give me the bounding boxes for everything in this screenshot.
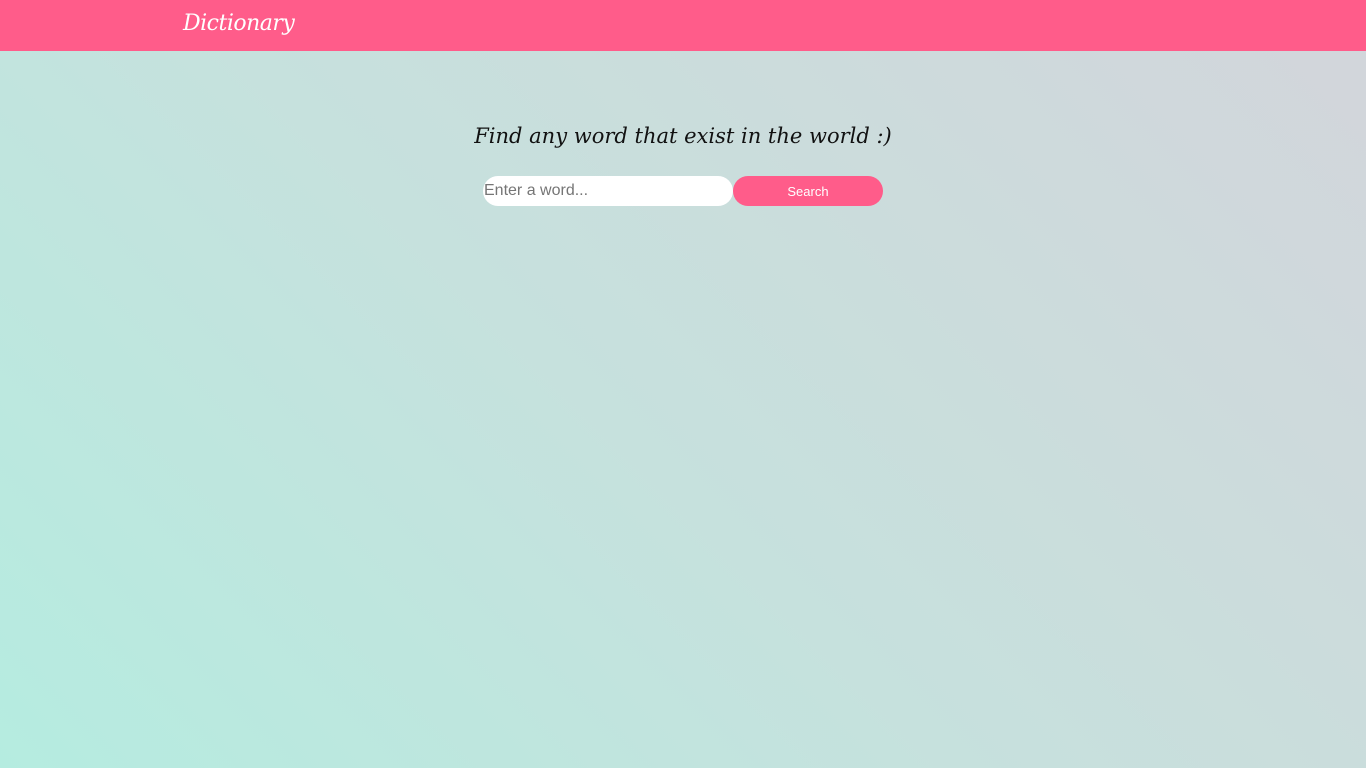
word-search-input[interactable] <box>483 176 733 206</box>
top-navbar: Dictionary <box>0 0 1366 51</box>
search-form: Search <box>483 176 883 206</box>
main-content: Find any word that exist in the world :)… <box>0 51 1366 768</box>
page-headline: Find any word that exist in the world :) <box>474 124 892 148</box>
search-button[interactable]: Search <box>733 176 883 206</box>
brand-logo[interactable]: Dictionary <box>183 9 295 39</box>
